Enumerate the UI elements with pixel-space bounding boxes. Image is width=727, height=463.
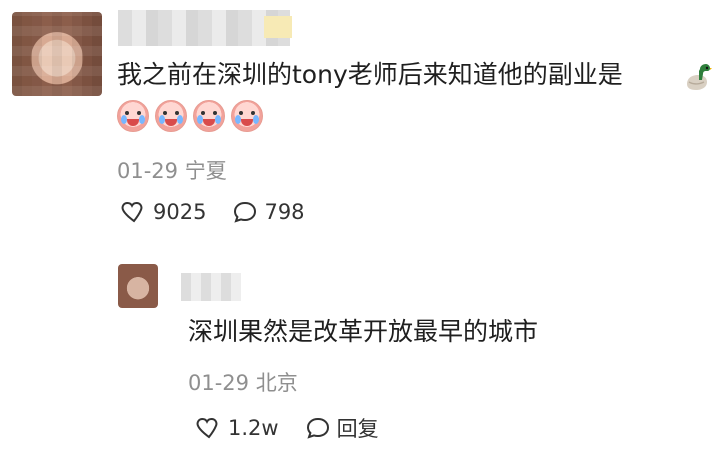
comment-body: 我之前在深圳的tony老师后来知道他的副业是 [117, 60, 623, 89]
reply-reply-button[interactable]: 回复 [305, 413, 379, 443]
comment-actions: 9025 798 [121, 200, 305, 224]
speech-bubble-outline-icon [232, 200, 258, 224]
reply-avatar[interactable] [118, 264, 158, 308]
comment-location: 宁夏 [184, 159, 227, 183]
crying-face-emoji-icon [231, 100, 263, 132]
reply-location: 北京 [255, 371, 298, 395]
heart-outline-icon [121, 200, 147, 224]
reply-button[interactable]: 798 [232, 200, 305, 224]
crying-face-emoji-icon [117, 100, 149, 132]
duck-emoji-icon [682, 62, 712, 92]
comment-text: 我之前在深圳的tony老师后来知道他的副业是 [117, 57, 717, 93]
comment-date: 01-29 [117, 159, 179, 183]
commenter-avatar[interactable] [12, 12, 102, 96]
reply-meta: 01-29 北京 [188, 367, 298, 397]
crying-face-emoji-icon [193, 100, 225, 132]
reply-label: 回复 [336, 417, 379, 441]
reply-actions: 1.2w 回复 [196, 413, 379, 443]
heart-outline-icon [196, 416, 222, 440]
reply-username-redacted[interactable] [181, 273, 241, 301]
crying-face-emoji-icon [155, 100, 187, 132]
like-button[interactable]: 9025 [121, 200, 206, 224]
emoji-row [117, 100, 263, 132]
comment-meta: 01-29 宁夏 [117, 155, 227, 185]
reply-date: 01-29 [188, 371, 250, 395]
commenter-username-redacted[interactable] [118, 10, 292, 46]
reply-body: 深圳果然是改革开放最早的城市 [188, 317, 539, 346]
reply-count: 798 [264, 200, 305, 224]
reply-like-count: 1.2w [228, 416, 279, 440]
speech-bubble-outline-icon [305, 416, 331, 440]
reply-like-button[interactable]: 1.2w [196, 416, 279, 440]
reply-text: 深圳果然是改革开放最早的城市 [188, 314, 538, 350]
like-count: 9025 [153, 200, 207, 224]
